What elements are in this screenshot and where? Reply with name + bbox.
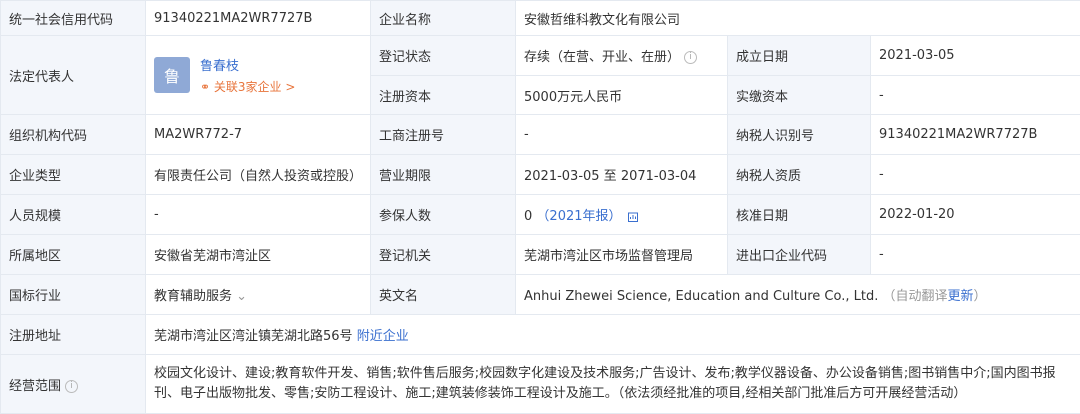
insured-cell: 0 （2021年报） — [516, 195, 728, 235]
region-value: 安徽省芜湖市湾沚区 — [146, 235, 371, 275]
staff-size-value: - — [146, 195, 371, 235]
tax-id-label: 纳税人识别号 — [728, 115, 871, 155]
scope-value: 校园文化设计、建设;教育软件开发、销售;软件售后服务;校园数字化建设及技术服务;… — [146, 355, 1080, 414]
legal-rep-cell: 鲁 鲁春枝 ⚭ 关联3家企业 > — [146, 36, 371, 115]
reg-status-value: 存续（在营、开业、在册） — [524, 50, 680, 65]
company-name-label: 企业名称 — [371, 1, 516, 36]
company-info-table: 统一社会信用代码 91340221MA2WR7727B 企业名称 安徽哲维科教文… — [0, 0, 1080, 414]
auto-translate-suffix: ） — [974, 289, 987, 304]
auto-translate-update-link[interactable]: 更新 — [948, 289, 974, 304]
company-type-label: 企业类型 — [1, 155, 146, 195]
credit-code-value: 91340221MA2WR7727B — [146, 1, 371, 36]
insured-value: 0 — [524, 209, 532, 224]
industry-cell[interactable]: 教育辅助服务 ⌄ — [146, 275, 371, 315]
approve-date-value: 2022-01-20 — [871, 195, 1080, 235]
biz-reg-no-label: 工商注册号 — [371, 115, 516, 155]
org-code-value: MA2WR772-7 — [146, 115, 371, 155]
chart-icon[interactable] — [628, 211, 639, 222]
address-cell: 芜湖市湾沚区湾沚镇芜湖北路56号 附近企业 — [146, 315, 1080, 355]
paid-capital-value: - — [871, 76, 1080, 115]
reg-capital-label: 注册资本 — [371, 76, 516, 115]
taxpayer-qual-label: 纳税人资质 — [728, 155, 871, 195]
credit-code-label: 统一社会信用代码 — [1, 1, 146, 36]
info-circle-icon[interactable]: i — [65, 380, 78, 393]
import-export-label: 进出口企业代码 — [728, 235, 871, 275]
english-name-cell: Anhui Zhewei Science, Education and Cult… — [516, 275, 1080, 315]
biz-term-value: 2021-03-05 至 2071-03-04 — [516, 155, 728, 195]
reg-status-label: 登记状态 — [371, 36, 516, 76]
reg-authority-label: 登记机关 — [371, 235, 516, 275]
reg-authority-value: 芜湖市湾沚区市场监督管理局 — [516, 235, 728, 275]
annual-report-link[interactable]: （2021年报） — [536, 209, 621, 224]
english-name-label: 英文名 — [371, 275, 516, 315]
related-companies-link[interactable]: ⚭ 关联3家企业 > — [200, 78, 295, 95]
avatar[interactable]: 鲁 — [154, 57, 190, 93]
related-companies-text: 关联3家企业 > — [214, 80, 296, 94]
reg-status-cell: 存续（在营、开业、在册） i — [516, 36, 728, 76]
nearby-companies-link[interactable]: 附近企业 — [357, 329, 409, 344]
org-code-label: 组织机构代码 — [1, 115, 146, 155]
company-type-value: 有限责任公司（自然人投资或控股） — [146, 155, 371, 195]
address-value: 芜湖市湾沚区湾沚镇芜湖北路56号 — [154, 329, 353, 344]
taxpayer-qual-value: - — [871, 155, 1080, 195]
chevron-down-icon[interactable]: ⌄ — [236, 289, 247, 304]
address-label: 注册地址 — [1, 315, 146, 355]
auto-translate-prefix: （自动翻译 — [883, 289, 948, 304]
tax-id-value: 91340221MA2WR7727B — [871, 115, 1080, 155]
company-name-value: 安徽哲维科教文化有限公司 — [516, 1, 1080, 36]
staff-size-label: 人员规模 — [1, 195, 146, 235]
founded-value: 2021-03-05 — [871, 36, 1080, 76]
industry-label: 国标行业 — [1, 275, 146, 315]
reg-capital-value: 5000万元人民币 — [516, 76, 728, 115]
insured-label: 参保人数 — [371, 195, 516, 235]
region-label: 所属地区 — [1, 235, 146, 275]
link-icon: ⚭ — [200, 80, 210, 94]
import-export-value: - — [871, 235, 1080, 275]
legal-rep-label: 法定代表人 — [1, 36, 146, 115]
founded-label: 成立日期 — [728, 36, 871, 76]
paid-capital-label: 实缴资本 — [728, 76, 871, 115]
legal-rep-name-link[interactable]: 鲁春枝 — [200, 55, 295, 74]
info-circle-icon[interactable]: i — [684, 51, 697, 64]
scope-label-cell: 经营范围 i — [1, 355, 146, 414]
biz-reg-no-value: - — [516, 115, 728, 155]
english-name-value: Anhui Zhewei Science, Education and Cult… — [524, 289, 878, 304]
approve-date-label: 核准日期 — [728, 195, 871, 235]
biz-term-label: 营业期限 — [371, 155, 516, 195]
scope-label: 经营范围 — [9, 379, 61, 394]
industry-value: 教育辅助服务 — [154, 289, 232, 304]
